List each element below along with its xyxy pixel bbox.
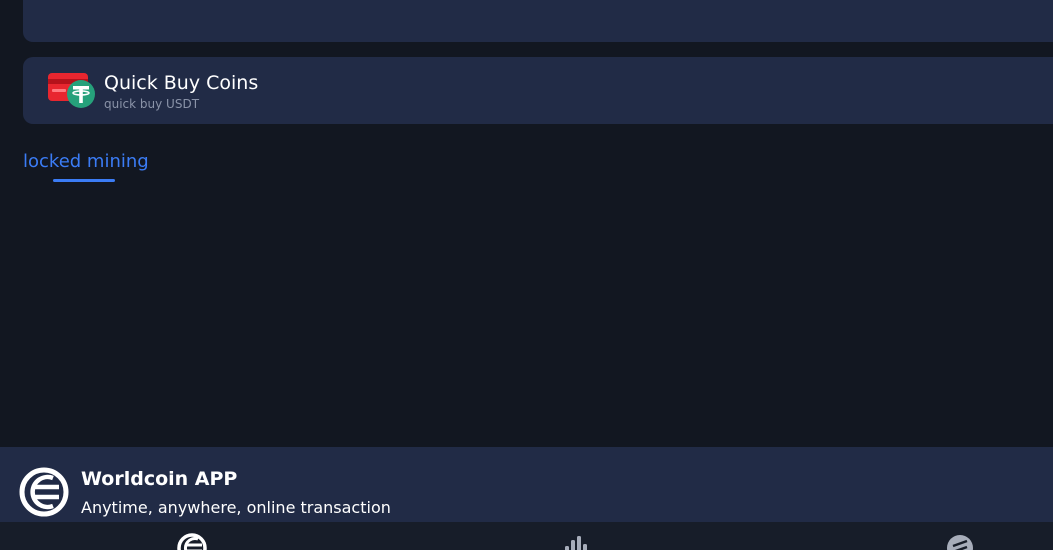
nav-item-trade[interactable]	[944, 532, 976, 550]
app-download-banner[interactable]: Worldcoin APP Anytime, anywhere, online …	[0, 447, 1053, 522]
trade-icon	[947, 535, 973, 550]
bottom-nav	[0, 522, 1053, 550]
tab-locked-mining[interactable]: locked mining	[23, 150, 149, 174]
app-banner-title: Worldcoin APP	[81, 468, 238, 490]
quick-buy-subtitle: quick buy USDT	[104, 97, 200, 111]
app-banner-subtitle: Anytime, anywhere, online transaction	[81, 498, 391, 517]
market-chart-icon	[565, 536, 587, 550]
worldcoin-logo-icon	[19, 467, 69, 517]
quick-buy-title: Quick Buy Coins	[104, 72, 259, 94]
nav-item-market[interactable]	[560, 532, 592, 550]
nav-item-home[interactable]	[176, 532, 208, 550]
top-card	[23, 0, 1053, 42]
quick-buy-coins-card[interactable]: Quick Buy Coins quick buy USDT	[23, 57, 1053, 124]
usdt-card-icon	[48, 73, 95, 108]
worldcoin-home-icon	[177, 533, 207, 550]
page: Quick Buy Coins quick buy USDT locked mi…	[0, 0, 1053, 550]
tab-active-indicator	[53, 179, 115, 182]
